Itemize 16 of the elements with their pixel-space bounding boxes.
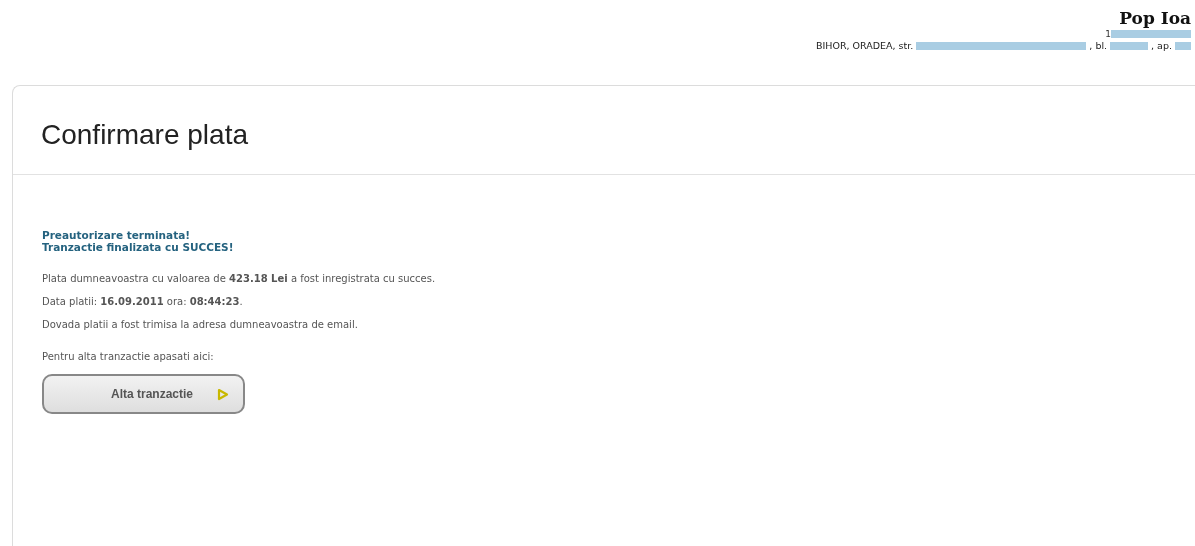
id-number: 1 bbox=[1105, 28, 1111, 39]
info-text: Data platii: 16.09.2011 ora: 08:44:23. bbox=[42, 296, 244, 308]
address-text: , bl. bbox=[1089, 40, 1108, 51]
redacted-block bbox=[1110, 41, 1149, 50]
address-text: , ap. bbox=[1151, 40, 1172, 51]
play-icon bbox=[217, 387, 229, 401]
next-transaction-button[interactable]: Alta tranzactie bbox=[42, 374, 245, 414]
info-text: Pentru alta tranzactie apasati aici: bbox=[42, 351, 215, 363]
info-text: Plata dumneavoastra cu valoarea de 423.18 Lei a fost inregistrata cu succes. bbox=[42, 273, 437, 285]
info-text: Dovada platii a fost trimisa la adresa dumneavoastra de email. bbox=[42, 319, 359, 331]
status-message: Preautorizare terminata! bbox=[42, 229, 192, 241]
redacted-block bbox=[1175, 41, 1191, 50]
address-text: BIHOR, ORADEA, str. bbox=[816, 40, 914, 51]
status-message: Tranzactie finalizata cu SUCCES! bbox=[42, 241, 235, 253]
page-title: Confirmare plata bbox=[13, 86, 1195, 175]
user-name: Pop Ioa bbox=[1119, 8, 1191, 28]
